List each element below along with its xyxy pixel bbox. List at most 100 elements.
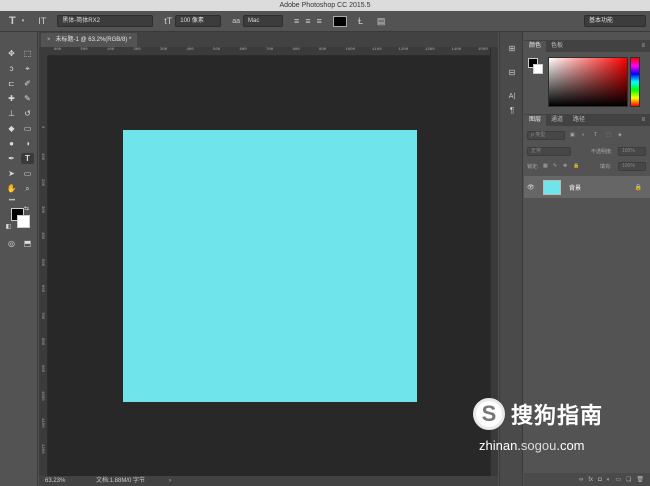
ruler-tick-label: 1300: [425, 48, 435, 52]
lock-all-icon[interactable]: 🔒: [573, 163, 579, 169]
hue-slider[interactable]: [630, 57, 640, 107]
filter-type-icon[interactable]: T: [594, 132, 597, 138]
blur-tool-icon[interactable]: ●: [5, 138, 18, 149]
ruler-tick-label: 300: [160, 48, 168, 52]
ruler-tick-label: 800: [292, 48, 300, 52]
close-tab-icon[interactable]: ×: [47, 33, 51, 47]
layer-row-background[interactable]: 👁 背景 🔒: [524, 176, 650, 198]
type-tool-preset-icon[interactable]: T: [9, 15, 16, 27]
blend-mode-select[interactable]: 正常: [527, 147, 571, 156]
ruler-tick-label: 700: [266, 48, 274, 52]
vertical-ruler[interactable]: 0 100 200 300 400 500 600 700 800 900 1000 1100 1200: [39, 56, 48, 476]
ruler-tick-label: 800: [40, 338, 44, 346]
quick-select-tool-icon[interactable]: ⌖: [21, 63, 34, 74]
layer-filter-select[interactable]: ρ 类型: [527, 131, 565, 140]
eraser-tool-icon[interactable]: ◆: [5, 123, 18, 134]
workspace-select[interactable]: 基本功能: [584, 15, 646, 27]
eyedropper-tool-icon[interactable]: ✐: [21, 78, 34, 89]
ruler-tick-label: 300: [40, 205, 44, 213]
pen-tool-icon[interactable]: ✒: [5, 153, 18, 164]
crop-tool-icon[interactable]: ⊏: [5, 78, 18, 89]
background-color-swatch[interactable]: [17, 215, 30, 228]
default-colors-icon[interactable]: ◧: [4, 222, 13, 233]
history-brush-tool-icon[interactable]: ↺: [21, 108, 34, 119]
text-color-swatch[interactable]: [332, 15, 347, 27]
rectangle-tool-icon[interactable]: ▭: [21, 168, 34, 179]
layer-style-icon[interactable]: fx: [588, 477, 593, 483]
ruler-tick-label: 600: [239, 48, 247, 52]
screen-mode-icon[interactable]: ⬒: [21, 238, 34, 249]
tab-layers[interactable]: 图层: [524, 115, 547, 126]
character-panel-icon[interactable]: A|: [507, 92, 517, 102]
tab-swatches[interactable]: 色板: [546, 41, 568, 52]
opacity-field[interactable]: 100%: [618, 147, 646, 156]
delete-layer-icon[interactable]: 🗑: [636, 476, 644, 483]
align-left-button[interactable]: ≡: [294, 16, 299, 26]
brush-tool-icon[interactable]: ✎: [21, 93, 34, 104]
new-group-icon[interactable]: ▭: [615, 476, 621, 483]
ruler-tick-label: 1100: [372, 48, 382, 52]
lock-image-icon[interactable]: ✎: [553, 163, 557, 169]
layers-panel-menu-icon[interactable]: ≡: [636, 115, 650, 126]
filter-smart-object-icon[interactable]: ◈: [618, 132, 622, 138]
text-orientation-icon[interactable]: IT: [38, 16, 46, 26]
document-tab[interactable]: × 未标题-1 @ 63.2%(RGB/8) *: [41, 33, 138, 47]
antialias-select[interactable]: Mac: [243, 15, 284, 27]
status-menu-arrow-icon[interactable]: ›: [169, 476, 171, 486]
filter-pixel-icon[interactable]: ▣: [570, 132, 575, 138]
color-picker-field[interactable]: [548, 57, 628, 107]
new-layer-icon[interactable]: ❏: [626, 476, 631, 483]
lasso-tool-icon[interactable]: ↄ: [5, 63, 18, 74]
lock-label: 锁定:: [527, 164, 539, 170]
lock-transparent-icon[interactable]: ▦: [543, 163, 548, 169]
warp-text-icon[interactable]: Ɫ: [358, 16, 363, 26]
marquee-tool-icon[interactable]: ⬚: [21, 48, 34, 59]
zoom-level[interactable]: 63.23%: [45, 476, 65, 486]
color-panel-menu-icon[interactable]: ≡: [636, 41, 650, 52]
align-right-button[interactable]: ≡: [317, 16, 322, 26]
link-layers-icon[interactable]: ∞: [579, 477, 583, 483]
history-panel-icon[interactable]: ⊞: [507, 44, 517, 54]
font-family-select[interactable]: 黑体-简体RX2: [57, 15, 154, 27]
gradient-tool-icon[interactable]: ▭: [21, 123, 34, 134]
hand-tool-icon[interactable]: ✋: [5, 183, 18, 194]
healing-brush-tool-icon[interactable]: ✚: [5, 93, 18, 104]
document-canvas[interactable]: [123, 130, 417, 402]
edit-toolbar-icon[interactable]: •••: [4, 196, 20, 207]
eye-icon[interactable]: 👁: [527, 184, 539, 191]
tab-channels[interactable]: 通道: [546, 115, 568, 126]
layers-panel-header: 图层 通道 路径 ≡: [524, 114, 650, 126]
sogou-watermark: S 搜狗指南: [473, 398, 603, 430]
color-panel-header: 颜色 色板 ≡: [524, 40, 650, 52]
layer-lock-icon[interactable]: 🔒: [635, 184, 642, 191]
ruler-tick-label: 1000: [345, 48, 356, 52]
add-mask-icon[interactable]: ◘: [598, 477, 602, 483]
move-tool-icon[interactable]: ✥: [5, 48, 18, 59]
panel-background-swatch[interactable]: [533, 64, 543, 74]
ruler-origin[interactable]: [39, 47, 48, 56]
ruler-tick-label: 100: [40, 152, 44, 160]
horizontal-ruler[interactable]: 800 500 100 200 300 400 500 600 700 800 900 1000 110…: [48, 47, 490, 56]
font-size-field[interactable]: 100 像素: [175, 15, 222, 27]
ruler-tick-label: 1200: [40, 444, 44, 454]
layer-name: 背景: [569, 185, 582, 192]
properties-panel-icon[interactable]: ⊟: [507, 68, 517, 78]
paragraph-panel-icon[interactable]: ¶: [507, 106, 517, 116]
zoom-tool-icon[interactable]: ⌕: [21, 183, 34, 194]
align-center-button[interactable]: ≡: [305, 16, 310, 26]
dodge-tool-icon[interactable]: ◑: [21, 138, 34, 149]
sogou-logo-icon: S: [473, 398, 505, 430]
tab-paths[interactable]: 路径: [568, 115, 590, 126]
clone-stamp-tool-icon[interactable]: ⊥: [5, 108, 18, 119]
adjustment-layer-icon[interactable]: ◐: [607, 477, 611, 483]
lock-position-icon[interactable]: ✥: [563, 163, 567, 169]
type-tool-icon[interactable]: T: [21, 153, 34, 164]
character-panel-icon[interactable]: ▤: [377, 16, 386, 27]
path-selection-tool-icon[interactable]: ➤: [5, 168, 18, 179]
filter-adjustment-icon[interactable]: ◐: [582, 132, 585, 138]
fill-field[interactable]: 100%: [618, 162, 646, 171]
filter-shape-icon[interactable]: ⬚: [606, 132, 611, 138]
tab-color[interactable]: 颜色: [524, 41, 547, 52]
quick-mask-icon[interactable]: ◎: [5, 238, 18, 249]
ruler-tick-label: 200: [133, 48, 141, 52]
